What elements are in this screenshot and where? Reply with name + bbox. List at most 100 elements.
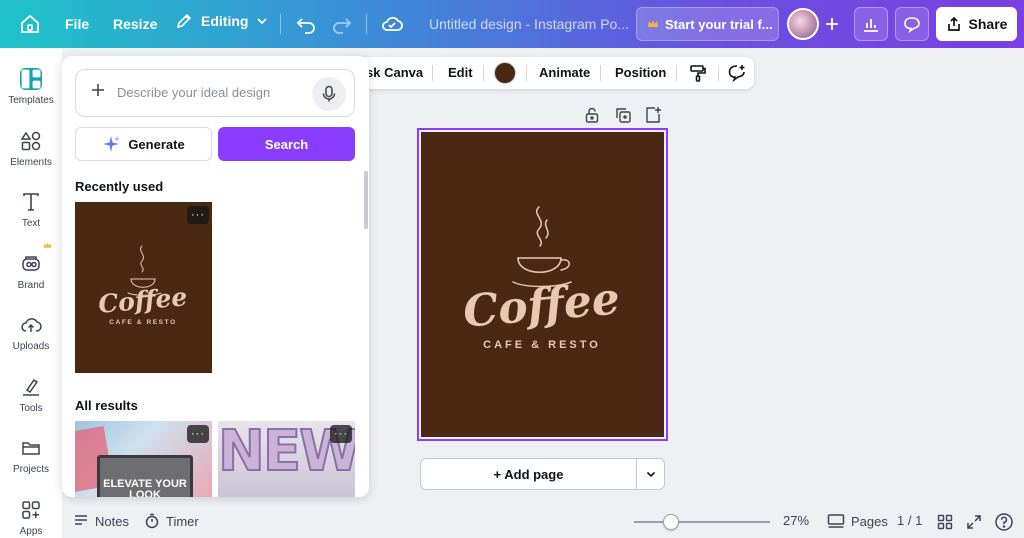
timer-label: Timer bbox=[166, 513, 199, 529]
zoom-level[interactable]: 27% bbox=[783, 513, 809, 528]
left-sidebar: Templates Elements Text Brand Uploads To… bbox=[0, 48, 62, 538]
upload-cloud-icon bbox=[21, 318, 42, 332]
divider bbox=[366, 14, 367, 34]
share-label: Share bbox=[968, 16, 1008, 32]
resize-menu[interactable]: Resize bbox=[113, 16, 157, 32]
design-search-box bbox=[75, 69, 355, 117]
cloud-saved-icon[interactable] bbox=[380, 12, 404, 36]
chevron-down-icon bbox=[257, 18, 268, 25]
pages-icon bbox=[827, 514, 845, 528]
divider bbox=[280, 14, 281, 34]
trial-label: Start your trial f... bbox=[665, 16, 773, 32]
sidebar-item-projects[interactable]: Projects bbox=[0, 431, 62, 487]
ask-canva-button[interactable]: sk Canva bbox=[366, 65, 423, 80]
sidebar-item-label: Tools bbox=[19, 403, 43, 414]
zoom-slider-handle[interactable] bbox=[662, 514, 679, 530]
top-bar: File Resize Editing Untitled design - In… bbox=[0, 0, 1024, 48]
add-collaborator-button[interactable] bbox=[818, 10, 846, 38]
comments-button[interactable] bbox=[895, 7, 929, 41]
sidebar-item-templates[interactable]: Templates bbox=[0, 62, 62, 118]
more-options-button[interactable]: ··· bbox=[187, 425, 209, 443]
file-menu[interactable]: File bbox=[65, 16, 89, 32]
editing-mode-dropdown[interactable]: Editing bbox=[175, 12, 268, 30]
document-title[interactable]: Untitled design - Instagram Po... bbox=[429, 16, 629, 32]
sparkle-icon bbox=[103, 136, 121, 152]
crown-icon bbox=[43, 242, 52, 248]
position-button[interactable]: Position bbox=[615, 65, 666, 80]
microphone-icon bbox=[322, 85, 336, 102]
redo-icon[interactable] bbox=[330, 12, 354, 36]
plus-icon bbox=[826, 18, 838, 30]
elements-icon bbox=[20, 131, 41, 151]
share-icon bbox=[947, 16, 960, 31]
design-page[interactable]: Coffee CAFE & RESTO bbox=[421, 132, 664, 437]
sidebar-item-label: Templates bbox=[8, 95, 54, 106]
sidebar-item-label: Elements bbox=[10, 157, 52, 168]
divider bbox=[483, 65, 484, 81]
duplicate-icon[interactable] bbox=[614, 106, 632, 124]
comment-icon bbox=[904, 17, 920, 33]
result-thumbnail[interactable]: ELEVATE YOUR LOOK ··· bbox=[75, 421, 212, 497]
share-button[interactable]: Share bbox=[936, 7, 1017, 41]
crown-icon bbox=[648, 20, 658, 27]
notes-label: Notes bbox=[95, 513, 129, 529]
scrollbar[interactable] bbox=[364, 171, 368, 229]
add-page-options-button[interactable] bbox=[636, 458, 665, 490]
apps-icon bbox=[22, 501, 40, 519]
sidebar-item-apps[interactable]: Apps bbox=[0, 493, 62, 538]
sidebar-item-elements[interactable]: Elements bbox=[0, 124, 62, 180]
home-icon[interactable] bbox=[18, 12, 42, 36]
timer-button[interactable]: Timer bbox=[144, 513, 199, 529]
lock-icon[interactable] bbox=[583, 106, 601, 124]
generate-button[interactable]: Generate bbox=[75, 127, 212, 161]
paint-roller-icon[interactable] bbox=[688, 63, 708, 83]
more-options-button[interactable]: ··· bbox=[330, 425, 352, 443]
all-results-heading: All results bbox=[75, 398, 138, 413]
folder-icon bbox=[22, 442, 40, 455]
fullscreen-icon[interactable] bbox=[966, 514, 982, 530]
recent-design-thumbnail[interactable]: Coffee CAFE & RESTO ··· bbox=[75, 202, 212, 373]
start-trial-button[interactable]: Start your trial f... bbox=[636, 7, 779, 41]
notes-icon bbox=[75, 515, 87, 525]
add-comment-icon[interactable] bbox=[727, 63, 747, 83]
notes-button[interactable]: Notes bbox=[73, 513, 129, 529]
chevron-down-icon bbox=[646, 471, 655, 478]
insights-button[interactable] bbox=[854, 7, 888, 41]
logo-text: Coffee bbox=[461, 273, 622, 337]
generate-label: Generate bbox=[128, 136, 185, 152]
timer-icon bbox=[145, 513, 159, 529]
sidebar-item-tools[interactable]: Tools bbox=[0, 370, 62, 426]
search-button[interactable]: Search bbox=[218, 127, 355, 161]
sidebar-item-uploads[interactable]: Uploads bbox=[0, 308, 62, 364]
add-page-icon[interactable] bbox=[644, 106, 662, 124]
coffee-logo: Coffee CAFE & RESTO bbox=[461, 206, 622, 351]
result-thumbnail[interactable]: NEW ··· bbox=[218, 421, 355, 497]
add-page-button[interactable]: + Add page bbox=[420, 458, 637, 490]
color-swatch[interactable] bbox=[494, 62, 516, 84]
page-counter: 1 / 1 bbox=[897, 513, 923, 528]
divider bbox=[676, 65, 677, 81]
microphone-button[interactable] bbox=[312, 77, 346, 111]
undo-icon[interactable] bbox=[294, 12, 318, 36]
grid-view-icon[interactable] bbox=[937, 514, 953, 530]
animate-button[interactable]: Animate bbox=[539, 65, 590, 80]
recently-used-heading: Recently used bbox=[75, 179, 164, 194]
text-icon bbox=[23, 193, 39, 211]
templates-icon bbox=[20, 68, 42, 90]
sidebar-item-text[interactable]: Text bbox=[0, 185, 62, 241]
coffee-logo: Coffee CAFE & RESTO bbox=[97, 245, 188, 326]
zoom-slider[interactable] bbox=[634, 514, 770, 530]
editing-label: Editing bbox=[201, 13, 249, 29]
edit-button[interactable]: Edit bbox=[448, 65, 473, 80]
add-icon[interactable] bbox=[90, 82, 106, 98]
more-options-button[interactable]: ··· bbox=[187, 206, 209, 224]
brand-icon bbox=[22, 256, 40, 271]
sidebar-item-label: Text bbox=[21, 218, 41, 229]
sidebar-item-brand[interactable]: Brand bbox=[0, 242, 62, 303]
avatar[interactable] bbox=[787, 8, 819, 40]
pages-button[interactable]: Pages bbox=[827, 513, 888, 529]
help-icon[interactable] bbox=[994, 512, 1014, 532]
search-input[interactable] bbox=[117, 85, 307, 100]
divider bbox=[600, 65, 601, 81]
add-page-label: + Add page bbox=[493, 466, 564, 482]
